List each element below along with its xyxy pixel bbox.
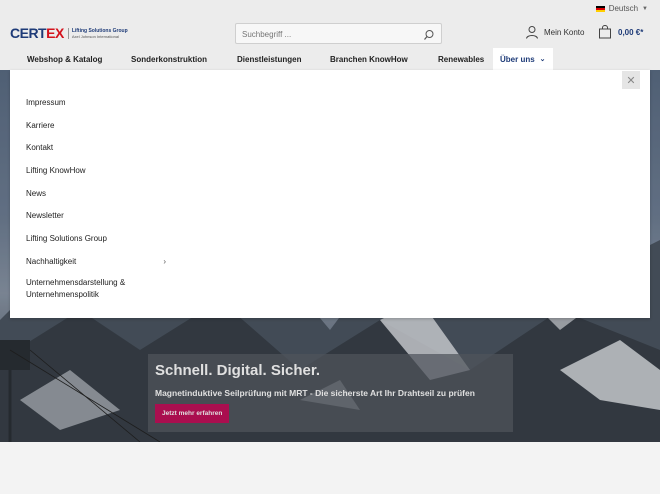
search-box [235, 23, 442, 44]
account-label: Mein Konto [544, 27, 585, 37]
nav-item-label: Dienstleistungen [237, 54, 302, 64]
nav-item-label: Renewables [438, 54, 485, 64]
nav-item-dienstleistungen[interactable]: Dienstleistungen [237, 48, 301, 70]
dropdown-menu-list: Impressum Karriere Kontakt Lifting KnowH… [26, 91, 166, 303]
logo-tagline-2: Axel Johnson International [71, 33, 119, 39]
menu-item-label: Newsletter [26, 211, 64, 221]
nav-item-sonderkonstruktion[interactable]: Sonderkonstruktion [131, 48, 207, 70]
nav-item-label: Über uns [500, 54, 535, 64]
menu-item-label: Impressum [26, 97, 66, 107]
ueber-uns-dropdown: ✕ Impressum Karriere Kontakt Lifting Kno… [10, 70, 650, 318]
logo-tagline: Lifting Solutions Group Axel Johnson Int… [67, 27, 128, 39]
logo-brand-a: CERT [10, 25, 47, 41]
menu-item-lifting-knowhow[interactable]: Lifting KnowHow [26, 159, 166, 182]
top-bar: Deutsch ▼ [0, 0, 660, 18]
nav-item-branchen[interactable]: Branchen KnowHow [330, 48, 408, 70]
nav-item-renewables[interactable]: Renewables [438, 48, 484, 70]
menu-item-news[interactable]: News [26, 182, 166, 205]
page-footer-area [0, 442, 660, 494]
cart-link[interactable]: 0,00 €* [598, 25, 643, 39]
menu-item-label: Karriere [26, 120, 55, 130]
nav-item-webshop[interactable]: Webshop & Katalog [27, 48, 102, 70]
cart-total: 0,00 €* [618, 27, 644, 37]
menu-item-label: Unternehmensdarstellung & Unternehmenspo… [26, 277, 126, 299]
main-nav: Webshop & Katalog Sonderkonstruktion Die… [0, 48, 660, 70]
menu-item-karriere[interactable]: Karriere [26, 114, 166, 137]
chevron-right-icon: › [163, 256, 166, 266]
menu-item-kontakt[interactable]: Kontakt [26, 136, 166, 159]
header: CERTEX Lifting Solutions Group Axel John… [0, 18, 660, 48]
nav-item-label: Branchen KnowHow [330, 54, 408, 64]
menu-item-label: Lifting Solutions Group [26, 233, 107, 243]
search-icon[interactable] [423, 28, 435, 40]
logo[interactable]: CERTEX Lifting Solutions Group Axel John… [10, 26, 128, 40]
menu-item-label: News [26, 188, 47, 198]
logo-brand-b: EX [46, 25, 64, 41]
nav-item-label: Webshop & Katalog [27, 54, 103, 64]
menu-item-label: Lifting KnowHow [26, 165, 86, 175]
nav-item-ueber-uns[interactable]: Über uns ⌄ [493, 48, 553, 70]
cart-bag-icon [599, 25, 611, 39]
menu-item-lifting-solutions-group[interactable]: Lifting Solutions Group [26, 227, 166, 250]
chevron-down-icon: ⌄ [539, 56, 546, 63]
menu-item-unternehmensdarstellung[interactable]: Unternehmensdarstellung & Unternehmenspo… [26, 273, 166, 303]
language-label: Deutsch [608, 4, 639, 13]
nav-item-label: Sonderkonstruktion [131, 54, 208, 64]
user-icon [526, 26, 538, 39]
menu-item-label: Nachhaltigkeit [26, 256, 77, 266]
menu-item-impressum[interactable]: Impressum [26, 91, 166, 114]
close-icon[interactable]: ✕ [622, 71, 640, 89]
menu-item-label: Kontakt [26, 143, 54, 153]
account-link[interactable]: Mein Konto [525, 25, 584, 39]
menu-item-newsletter[interactable]: Newsletter [26, 204, 166, 227]
search-input[interactable] [236, 25, 416, 44]
caret-down-icon: ▼ [642, 5, 648, 12]
language-switcher[interactable]: Deutsch ▼ [595, 4, 648, 13]
logo-wordmark: CERTEX [10, 26, 64, 40]
german-flag-icon [595, 5, 605, 12]
menu-item-nachhaltigkeit[interactable]: Nachhaltigkeit › [26, 250, 166, 273]
